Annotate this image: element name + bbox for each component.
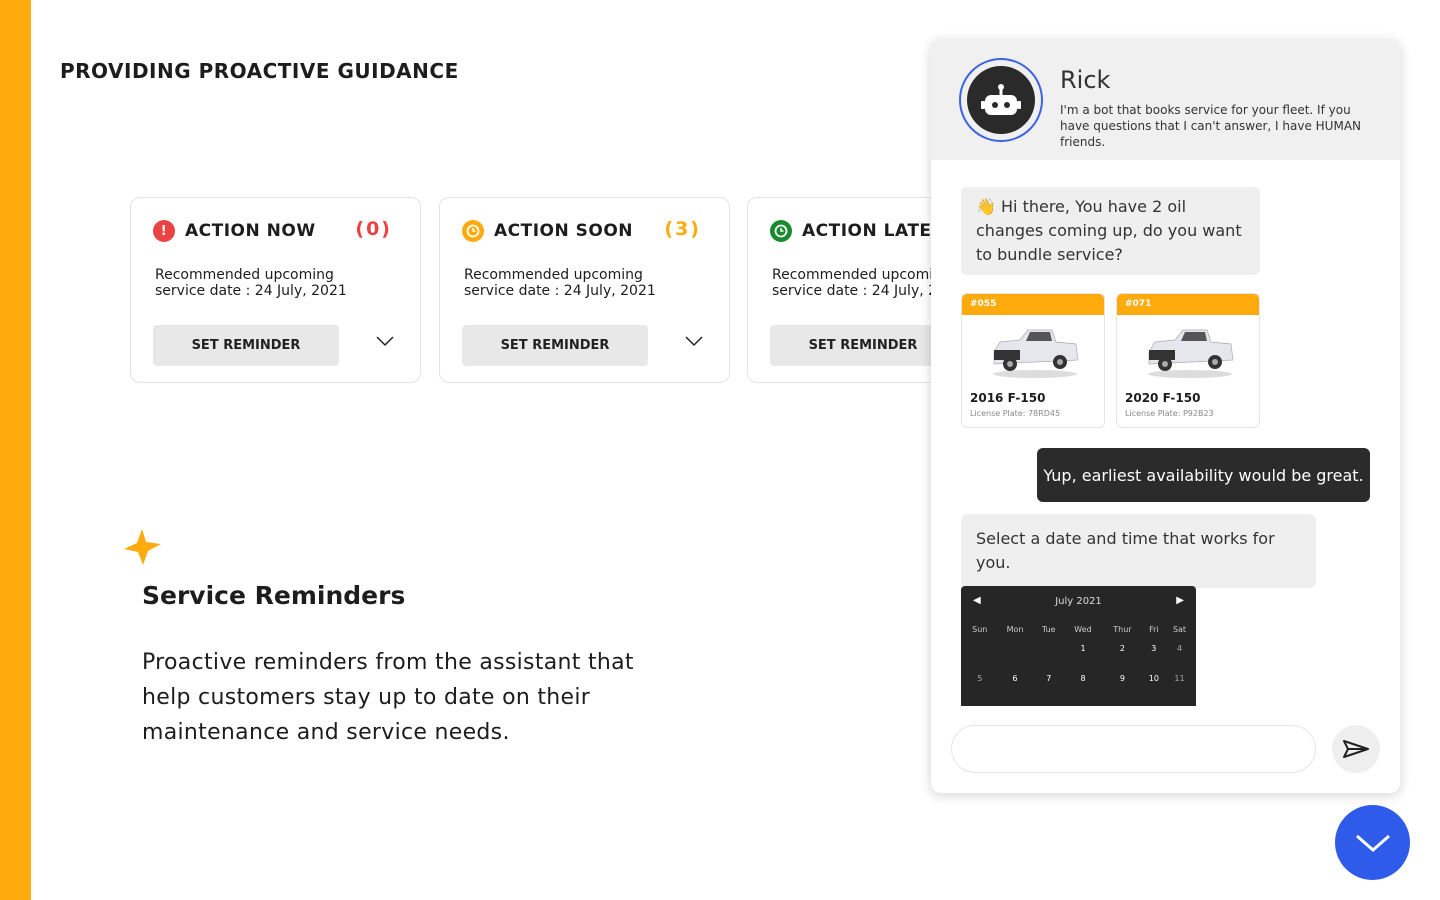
action-card: ! ACTION NOW (0) Recommended upcoming serv… <box>130 197 421 383</box>
next-month-button[interactable]: ▶ <box>1176 595 1184 606</box>
collapse-chat-button[interactable] <box>1335 805 1410 880</box>
calendar-day[interactable]: 5 <box>963 668 997 698</box>
vehicle-name: 2020 F-150 <box>1125 391 1201 405</box>
bot-avatar <box>959 58 1043 142</box>
card-title: ACTION SOON <box>494 221 634 241</box>
bot-description: I'm a bot that books service for your fl… <box>1060 103 1362 149</box>
feature-body: Proactive reminders from the assistant t… <box>142 650 634 745</box>
send-icon <box>1343 740 1369 758</box>
calendar-day[interactable]: 2 <box>1102 638 1142 668</box>
chevron-down-icon <box>1355 834 1390 852</box>
bot-message: 👋 Hi there, You have 2 oil changes comin… <box>961 187 1260 275</box>
star-icon <box>124 529 161 565</box>
calendar-day[interactable]: 1 <box>1064 638 1102 668</box>
calendar-day[interactable]: 7 <box>1034 668 1064 698</box>
calendar-day[interactable]: 11 <box>1165 668 1194 698</box>
set-reminder-button[interactable]: SET REMINDER <box>462 325 648 366</box>
calendar-day <box>963 638 997 668</box>
user-message: Yup, earliest availability would be grea… <box>1037 448 1370 502</box>
weekday-label: Wed <box>1074 624 1092 634</box>
calendar-day[interactable]: 6 <box>997 668 1034 698</box>
calendar-month: July 2021 <box>1055 596 1102 607</box>
alert-icon: ! <box>153 220 175 242</box>
chevron-down-icon[interactable] <box>685 334 703 348</box>
feature-title: Service Reminders <box>142 581 406 610</box>
bot-message: Select a date and time that works for yo… <box>961 514 1316 588</box>
vehicle-plate: License Plate: 78RD45 <box>970 409 1061 418</box>
card-date: service date : 24 July, 2021 <box>155 283 347 299</box>
calendar-day[interactable]: 9 <box>1102 668 1142 698</box>
date-picker: ◀ July 2021 ▶ Sun Mon Tue Wed Thur Fri Sat 1 2 3 4… <box>961 586 1196 706</box>
weekday-label: Sat <box>1172 624 1187 634</box>
vehicle-plate: License Plate: P92B23 <box>1125 409 1214 418</box>
weekday-label: Fri <box>1149 624 1159 634</box>
chat-header: Rick I'm a bot that books service for yo… <box>931 40 1400 160</box>
card-desc: Recommended upcoming <box>155 267 334 283</box>
vehicle-card[interactable]: #055 2016 F-150 License Plate: 78RD45 <box>961 293 1105 428</box>
card-title: ACTION NOW <box>185 221 316 241</box>
page-title: PROVIDING PROACTIVE GUIDANCE <box>60 59 459 83</box>
set-reminder-button[interactable]: SET REMINDER <box>770 325 956 366</box>
vehicle-tag: #071 <box>1117 294 1259 315</box>
card-title: ACTION LATER <box>802 221 946 241</box>
vehicle-name: 2016 F-150 <box>970 391 1046 405</box>
bot-name: Rick <box>1060 66 1111 94</box>
card-desc: Recommended upcoming <box>464 267 643 283</box>
weekday-label: Sun <box>972 624 988 634</box>
card-date: service date : 24 July, 2021 <box>464 283 656 299</box>
calendar-day <box>1034 638 1064 668</box>
accent-stripe <box>0 0 31 900</box>
weekday-label: Mon <box>1006 624 1024 634</box>
robot-icon <box>981 84 1021 115</box>
send-button[interactable] <box>1332 725 1380 773</box>
clock-icon <box>770 220 792 242</box>
calendar-day[interactable]: 10 <box>1143 668 1165 698</box>
vehicle-tag: #055 <box>962 294 1104 315</box>
message-input[interactable] <box>951 725 1316 773</box>
truck-image <box>993 329 1079 378</box>
truck-image <box>1148 329 1234 378</box>
card-count: (3) <box>664 218 701 240</box>
vehicle-card[interactable]: #071 2020 F-150 License Plate: P92B23 <box>1116 293 1260 428</box>
calendar-day <box>997 638 1034 668</box>
weekday-label: Tue <box>1041 624 1056 634</box>
set-reminder-button[interactable]: SET REMINDER <box>153 325 339 366</box>
clock-icon <box>462 220 484 242</box>
card-count: (0) <box>355 218 392 240</box>
weekday-label: Thur <box>1113 624 1132 634</box>
calendar-day[interactable]: 4 <box>1165 638 1194 668</box>
chat-panel: Rick I'm a bot that books service for yo… <box>931 40 1400 793</box>
calendar-day[interactable]: 8 <box>1064 668 1102 698</box>
calendar-day[interactable]: 3 <box>1143 638 1165 668</box>
chevron-down-icon[interactable] <box>376 334 394 348</box>
action-card: ACTION SOON (3) Recommended upcoming serv… <box>439 197 730 383</box>
